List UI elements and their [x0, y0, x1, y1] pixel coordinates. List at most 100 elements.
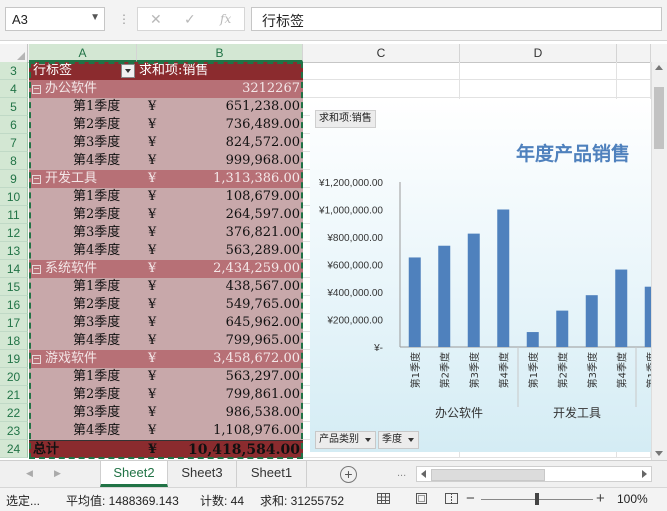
quarter-cell[interactable]: 第3季度 [29, 404, 137, 422]
group-label-cell[interactable]: − 游戏软件 [29, 350, 137, 368]
row-header[interactable]: 7 [0, 134, 28, 152]
cell[interactable] [303, 80, 460, 98]
cell[interactable] [460, 80, 617, 98]
row-header[interactable]: 4 [0, 80, 28, 98]
formula-input[interactable]: 行标签 [251, 7, 662, 31]
name-box[interactable]: A3 ▼ [5, 7, 105, 31]
column-header-b[interactable]: B [137, 44, 303, 62]
row-header[interactable]: 20 [0, 368, 28, 386]
group-subtotal-cell[interactable]: ¥ 3,458,672.00 [137, 350, 303, 368]
amount-cell[interactable]: ¥563,297.00 [137, 368, 303, 386]
amount-cell[interactable]: ¥999,968.00 [137, 152, 303, 170]
collapse-icon[interactable]: − [32, 85, 41, 94]
scroll-up-icon[interactable] [655, 65, 663, 70]
function-icon[interactable]: fx [220, 12, 231, 26]
status-average[interactable]: 平均值: 1488369.143 [66, 492, 179, 509]
scroll-left-icon[interactable] [421, 470, 426, 478]
row-header[interactable]: 3 [0, 62, 28, 80]
more-tabs-icon[interactable]: ... [397, 467, 406, 479]
row-header[interactable]: 10 [0, 188, 28, 206]
quarter-cell[interactable]: 第1季度 [29, 98, 137, 116]
pivot-row-label-header[interactable]: 行标签 [29, 62, 137, 80]
amount-cell[interactable]: ¥651,238.00 [137, 98, 303, 116]
prev-sheet-icon[interactable]: ◀ [26, 468, 33, 479]
scrollbar-thumb[interactable] [654, 87, 664, 149]
amount-cell[interactable]: ¥1,108,976.00 [137, 422, 303, 440]
row-header[interactable]: 19 [0, 350, 28, 368]
row-header[interactable]: 8 [0, 152, 28, 170]
row-header[interactable]: 13 [0, 242, 28, 260]
amount-cell[interactable]: ¥645,962.00 [137, 314, 303, 332]
page-layout-view-icon[interactable] [415, 493, 428, 504]
cell[interactable] [303, 62, 460, 80]
collapse-icon[interactable]: − [32, 355, 41, 364]
group-subtotal-cell[interactable]: 3212267 [137, 80, 303, 98]
tab-sheet1[interactable]: Sheet1 [237, 461, 307, 487]
column-header-a[interactable]: A [29, 44, 137, 62]
column-header-c[interactable]: C [303, 44, 460, 62]
amount-cell[interactable]: ¥264,597.00 [137, 206, 303, 224]
pivot-value-header[interactable]: 求和项:销售 [137, 62, 303, 80]
amount-cell[interactable]: ¥799,861.00 [137, 386, 303, 404]
row-header[interactable]: 16 [0, 296, 28, 314]
group-subtotal-cell[interactable]: ¥ 2,434,259.00 [137, 260, 303, 278]
row-header[interactable]: 21 [0, 386, 28, 404]
zoom-out-button[interactable]: − [466, 490, 475, 507]
row-header[interactable]: 24 [0, 440, 28, 458]
group-label-cell[interactable]: − 办公软件 [29, 80, 137, 98]
cell[interactable] [460, 62, 617, 80]
row-header[interactable]: 18 [0, 332, 28, 350]
row-header[interactable]: 6 [0, 116, 28, 134]
quarter-cell[interactable]: 第3季度 [29, 134, 137, 152]
row-header[interactable]: 5 [0, 98, 28, 116]
add-sheet-button[interactable]: + [340, 466, 357, 483]
row-header[interactable]: 15 [0, 278, 28, 296]
collapse-icon[interactable]: − [32, 175, 41, 184]
quarter-cell[interactable]: 第4季度 [29, 152, 137, 170]
status-count[interactable]: 计数: 44 [200, 492, 244, 509]
select-all-button[interactable] [0, 44, 28, 62]
quarter-cell[interactable]: 第1季度 [29, 188, 137, 206]
cell[interactable] [617, 62, 651, 80]
next-sheet-icon[interactable]: ▶ [54, 468, 61, 479]
collapse-icon[interactable]: − [32, 265, 41, 274]
row-header[interactable]: 17 [0, 314, 28, 332]
row-header[interactable]: 23 [0, 422, 28, 440]
row-header[interactable]: 22 [0, 404, 28, 422]
quarter-cell[interactable]: 第2季度 [29, 386, 137, 404]
amount-cell[interactable]: ¥799,965.00 [137, 332, 303, 350]
pivot-chart[interactable]: 求和项:销售 年度产品销售 ¥- ¥200,000.00 ¥400,000.00 ¥6… [310, 99, 651, 452]
quarter-cell[interactable]: 第1季度 [29, 278, 137, 296]
quarter-cell[interactable]: 第2季度 [29, 206, 137, 224]
check-icon[interactable]: ✓ [184, 11, 196, 28]
column-header-e[interactable] [617, 44, 651, 62]
amount-cell[interactable]: ¥376,821.00 [137, 224, 303, 242]
amount-cell[interactable]: ¥549,765.00 [137, 296, 303, 314]
quarter-cell[interactable]: 第1季度 [29, 368, 137, 386]
amount-cell[interactable]: ¥736,489.00 [137, 116, 303, 134]
status-sum[interactable]: 求和: 31255752 [260, 492, 344, 509]
amount-cell[interactable]: ¥986,538.00 [137, 404, 303, 422]
scroll-down-icon[interactable] [655, 451, 663, 456]
scroll-right-icon[interactable] [642, 470, 647, 478]
total-label-cell[interactable]: 总计 [29, 440, 137, 458]
quarter-cell[interactable]: 第2季度 [29, 116, 137, 134]
cell[interactable] [617, 80, 651, 98]
quarter-cell[interactable]: 第4季度 [29, 332, 137, 350]
scrollbar-thumb[interactable] [431, 469, 545, 481]
chevron-down-icon[interactable]: ▼ [90, 12, 100, 23]
filter-dropdown-icon[interactable] [121, 64, 135, 78]
page-break-view-icon[interactable] [445, 493, 458, 504]
zoom-slider-thumb[interactable] [535, 493, 539, 505]
amount-cell[interactable]: ¥563,289.00 [137, 242, 303, 260]
row-header[interactable]: 9 [0, 170, 28, 188]
tab-sheet2[interactable]: Sheet2 [100, 461, 168, 487]
group-label-cell[interactable]: − 系统软件 [29, 260, 137, 278]
zoom-level[interactable]: 100% [617, 492, 648, 506]
normal-view-icon[interactable] [377, 493, 390, 504]
quarter-field-button[interactable]: 季度 [378, 431, 419, 449]
category-field-button[interactable]: 产品类别 [315, 431, 376, 449]
cancel-icon[interactable]: ✕ [150, 11, 162, 28]
quarter-cell[interactable]: 第4季度 [29, 422, 137, 440]
total-amount-cell[interactable]: ¥10,418,584.00 [137, 440, 303, 458]
